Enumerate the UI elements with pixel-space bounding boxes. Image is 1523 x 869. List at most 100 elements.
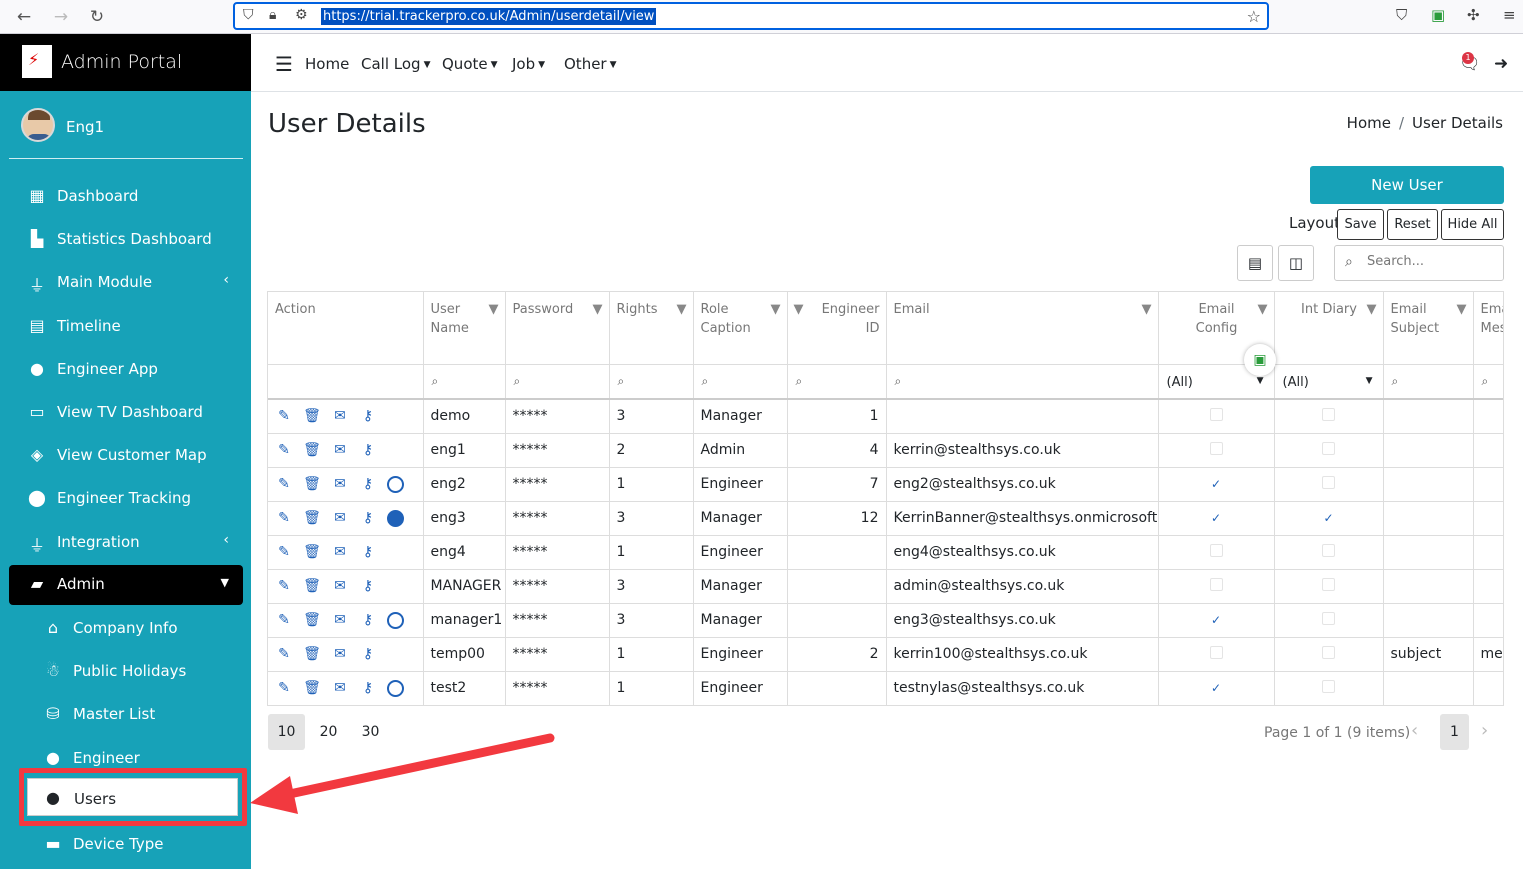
- filter-icon[interactable]: ▼: [593, 300, 603, 319]
- sidebar-item-admin[interactable]: ▰ Admin ▼: [9, 565, 243, 605]
- key-icon[interactable]: ⚷: [359, 408, 377, 424]
- delete-icon[interactable]: 🗑︎: [303, 408, 321, 424]
- column-header-email-message[interactable]: Email Message: [1473, 292, 1503, 365]
- column-header-password[interactable]: Password ▼: [505, 292, 610, 365]
- delete-icon[interactable]: 🗑︎: [303, 442, 321, 458]
- status-circle-filled-icon[interactable]: [387, 509, 404, 527]
- nav-other[interactable]: Other ▼: [564, 55, 617, 73]
- filter-icon[interactable]: ▼: [1142, 300, 1152, 319]
- column-header-rights[interactable]: Rights ▼: [609, 292, 694, 365]
- export-xlsx-icon[interactable]: ▤: [1237, 245, 1273, 281]
- nav-call-log[interactable]: Call Log ▼: [361, 55, 430, 73]
- delete-icon[interactable]: 🗑︎: [303, 476, 321, 492]
- page-size-30[interactable]: 30: [352, 714, 389, 750]
- nav-quote[interactable]: Quote ▼: [442, 55, 498, 73]
- status-circle-icon[interactable]: [387, 611, 404, 629]
- edit-icon[interactable]: ✎: [275, 612, 293, 628]
- delete-icon[interactable]: 🗑︎: [303, 510, 321, 526]
- edit-icon[interactable]: ✎: [275, 510, 293, 526]
- edit-icon[interactable]: ✎: [275, 646, 293, 662]
- filter-cell-engineer-id[interactable]: ⌕: [787, 364, 887, 400]
- table-row[interactable]: ✎ 🗑︎ ✉ ⚷ eng2 ***** 1 Engineer 7 eng2@stealthsys.…: [268, 467, 1503, 502]
- sidebar-item-dashboard[interactable]: ▦ Dashboard: [9, 177, 243, 215]
- sidebar-subitem-public-holidays[interactable]: ☃ Public Holidays: [9, 652, 243, 690]
- key-icon[interactable]: ⚷: [359, 680, 377, 696]
- column-header-email-subject[interactable]: Email Subject ▼: [1383, 292, 1474, 365]
- bookmark-star-icon[interactable]: ☆: [1247, 7, 1261, 26]
- next-page-icon[interactable]: ›: [1481, 720, 1488, 741]
- key-icon[interactable]: ⚷: [359, 510, 377, 526]
- table-row[interactable]: ✎ 🗑︎ ✉ ⚷ MANAGER ***** 3 Manager admin@stealthsy…: [268, 569, 1503, 604]
- column-header-email[interactable]: Email ▼: [886, 292, 1159, 365]
- nav-job[interactable]: Job ▼: [512, 55, 545, 73]
- edit-icon[interactable]: ✎: [275, 680, 293, 696]
- pocket-icon[interactable]: ⛉: [1396, 6, 1407, 24]
- key-icon[interactable]: ⚷: [359, 544, 377, 560]
- edit-icon[interactable]: ✎: [275, 578, 293, 594]
- email-icon[interactable]: ✉: [331, 544, 349, 560]
- hamburger-icon[interactable]: ☰: [275, 52, 293, 76]
- sidebar-item-view-customer-map[interactable]: ◈ View Customer Map: [9, 436, 243, 474]
- search-input[interactable]: [1367, 254, 1497, 269]
- column-header-engineer-id[interactable]: ▼ Engineer ID: [787, 292, 887, 365]
- layout-save-button[interactable]: Save: [1337, 209, 1384, 240]
- user-panel[interactable]: Eng1: [9, 91, 243, 159]
- filter-cell-rights[interactable]: ⌕: [609, 364, 694, 400]
- key-icon[interactable]: ⚷: [359, 646, 377, 662]
- email-icon[interactable]: ✉: [331, 408, 349, 424]
- email-icon[interactable]: ✉: [331, 578, 349, 594]
- column-header-role-caption[interactable]: Role Caption ▼: [693, 292, 788, 365]
- status-circle-icon[interactable]: [387, 679, 404, 697]
- edit-icon[interactable]: ✎: [275, 408, 293, 424]
- filter-icon[interactable]: ▼: [1367, 300, 1377, 319]
- filter-cell-email-message[interactable]: ⌕: [1473, 364, 1503, 400]
- email-icon[interactable]: ✉: [331, 646, 349, 662]
- table-row[interactable]: ✎ 🗑︎ ✉ ⚷ eng1 ***** 2 Admin 4 kerrin@stealthsys.c…: [268, 433, 1503, 468]
- filter-select-int-diary[interactable]: (All) ▼: [1274, 364, 1384, 400]
- key-icon[interactable]: ⚷: [359, 442, 377, 458]
- table-row[interactable]: ✎ 🗑︎ ✉ ⚷ test2 ***** 1 Engineer testnylas@stealt…: [268, 671, 1503, 705]
- sidebar-subitem-device-type[interactable]: ▬ Device Type: [9, 825, 243, 863]
- layout-reset-button[interactable]: Reset: [1387, 209, 1438, 240]
- menu-icon[interactable]: ≡: [1503, 6, 1516, 24]
- delete-icon[interactable]: 🗑︎: [303, 578, 321, 594]
- filter-cell-email-subject[interactable]: ⌕: [1383, 364, 1474, 400]
- filter-icon[interactable]: ▼: [489, 300, 499, 319]
- filter-icon[interactable]: ▼: [677, 300, 687, 319]
- breadcrumb-home[interactable]: Home: [1347, 114, 1391, 132]
- sidebar-item-timeline[interactable]: ▤ Timeline: [9, 307, 243, 345]
- sidebar-item-view-tv-dashboard[interactable]: ▭ View TV Dashboard: [9, 393, 243, 431]
- edit-icon[interactable]: ✎: [275, 442, 293, 458]
- back-icon[interactable]: ←: [12, 5, 36, 29]
- sidebar-subitem-company-info[interactable]: ⌂ Company Info: [9, 609, 243, 647]
- page-size-20[interactable]: 20: [310, 714, 347, 750]
- page-number-1[interactable]: 1: [1440, 714, 1469, 750]
- filter-cell-password[interactable]: ⌕: [505, 364, 610, 400]
- logout-icon[interactable]: ➜: [1494, 54, 1508, 74]
- filter-icon[interactable]: ▼: [1457, 300, 1467, 319]
- email-icon[interactable]: ✉: [331, 510, 349, 526]
- nav-home[interactable]: Home: [305, 55, 349, 73]
- table-row[interactable]: ✎ 🗑︎ ✉ ⚷ manager1 ***** 3 Manager eng3@stealthsy…: [268, 603, 1503, 638]
- page-size-10[interactable]: 10: [268, 714, 305, 750]
- status-circle-icon[interactable]: [387, 475, 404, 493]
- column-header-int-diary[interactable]: Int Diary ▼: [1274, 292, 1384, 365]
- sidebar-item-engineer-app[interactable]: ● Engineer App: [9, 350, 243, 388]
- search-box[interactable]: ⌕: [1334, 245, 1504, 281]
- filter-icon[interactable]: ▼: [771, 300, 781, 319]
- column-header-user-name[interactable]: User Name ▼: [423, 292, 506, 365]
- sidebar-item-integration[interactable]: ⏚ Integration ‹: [9, 523, 243, 561]
- sidebar-subitem-users[interactable]: ● Users: [27, 778, 238, 816]
- table-row[interactable]: ✎ 🗑︎ ✉ ⚷ temp00 ***** 1 Engineer 2 kerrin100@stea…: [268, 637, 1503, 672]
- new-user-button[interactable]: New User: [1310, 166, 1504, 204]
- filter-cell-role-caption[interactable]: ⌕: [693, 364, 788, 400]
- assistant-icon[interactable]: ▣: [1244, 344, 1276, 376]
- delete-icon[interactable]: 🗑︎: [303, 544, 321, 560]
- key-icon[interactable]: ⚷: [359, 578, 377, 594]
- key-icon[interactable]: ⚷: [359, 476, 377, 492]
- edit-icon[interactable]: ✎: [275, 544, 293, 560]
- url-text[interactable]: https://trial.trackerpro.co.uk/Admin/use…: [321, 8, 657, 25]
- delete-icon[interactable]: 🗑︎: [303, 680, 321, 696]
- edit-icon[interactable]: ✎: [275, 476, 293, 492]
- extension-icon[interactable]: ▣: [1431, 6, 1445, 24]
